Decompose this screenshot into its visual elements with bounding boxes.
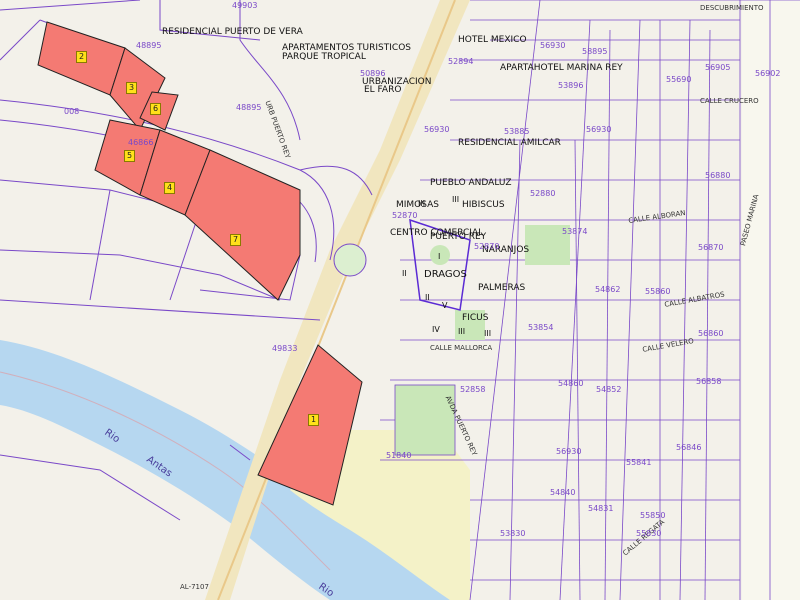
- map-label-n54860: 54860: [558, 379, 584, 388]
- map-label-n56860: 56860: [698, 329, 724, 338]
- map-label-palmeras: PALMERAS: [478, 283, 526, 293]
- map-label-n54840: 54840: [550, 488, 576, 497]
- map-label-n56905: 56905: [705, 63, 731, 72]
- map-label-hotel-mexico: HOTEL MEXICO: [458, 35, 527, 45]
- map-label-n53874: 53874: [562, 227, 588, 236]
- map-label-n49903: 49903: [232, 1, 258, 10]
- parcel-badge-1[interactable]: 1: [308, 414, 320, 426]
- phase-label: V: [442, 301, 448, 310]
- map-label-el-faro: EL FARO: [364, 85, 402, 95]
- map-label-c-mallorca: CALLE MALLORCA: [430, 344, 493, 352]
- map-label-road-al-7107: AL-7107: [180, 583, 209, 591]
- phase-label: III: [418, 199, 426, 208]
- map-label-n55690: 55690: [666, 75, 692, 84]
- parcel-badge-4[interactable]: 4: [164, 182, 176, 194]
- phase-label: IV: [432, 325, 440, 334]
- map-label-aparthotel: APARTAHOTEL MARINA REY: [500, 63, 623, 73]
- map-label-n55830: 55830: [636, 529, 662, 538]
- map-label-n56858: 56858: [696, 377, 722, 386]
- map-label-n53830: 53830: [500, 529, 526, 538]
- map-label-n54862: 54862: [595, 285, 621, 294]
- map-label-ficus: FICUS: [462, 313, 489, 323]
- map-label-n56930b: 56930: [424, 125, 450, 134]
- map-label-n56846: 56846: [676, 443, 702, 452]
- map-label-n51840: 51840: [386, 451, 412, 460]
- map-label-n56930d: 56930: [556, 447, 582, 456]
- map-label-n53885: 53885: [504, 127, 530, 136]
- phase-label: I: [438, 252, 441, 261]
- map-label-n49833: 49833: [272, 344, 298, 353]
- map-label-n55850: 55850: [640, 511, 666, 520]
- map-label-puerto-rey: PUERTO REY: [430, 232, 487, 242]
- map-label-n48895a: 48895: [136, 41, 162, 50]
- map-label-parque-tropical: PARQUE TROPICAL: [282, 52, 366, 62]
- phase-label: II: [402, 269, 407, 278]
- map-label-n46866: 46866: [128, 138, 154, 147]
- map-label-res-amilcar: RESIDENCIAL AMILCAR: [458, 138, 561, 148]
- phase-label: III: [452, 195, 460, 204]
- map-label-dragos: DRAGOS: [424, 269, 467, 280]
- map-label-n56930c: 56930: [586, 125, 612, 134]
- map-label-res-puerto-vera: RESIDENCIAL PUERTO DE VERA: [162, 27, 303, 37]
- map-label-n52858: 52858: [460, 385, 486, 394]
- map-label-c-descubrimiento: DESCUBRIMIENTO: [700, 4, 764, 12]
- parcel-badge-3[interactable]: 3: [126, 82, 138, 94]
- map-label-n52870a: 52870: [392, 211, 418, 220]
- cadastral-map[interactable]: RESIDENCIAL PUERTO DE VERA APARTAMENTOS T…: [0, 0, 800, 600]
- map-label-n008: 008: [64, 107, 80, 116]
- phase-label: III: [458, 327, 466, 336]
- map-label-n58895: 58895: [582, 47, 608, 56]
- map-label-pueblo-andaluz: PUEBLO ANDALUZ: [430, 178, 512, 188]
- map-label-n56902: 56902: [755, 69, 781, 78]
- map-label-n50896: 50896: [360, 69, 386, 78]
- parcel-7: [184, 149, 301, 301]
- map-label-n55841: 55841: [626, 458, 652, 467]
- map-label-n48895b: 48895: [236, 103, 262, 112]
- phase-label: III: [484, 329, 492, 338]
- map-label-n56930a: 56930: [540, 41, 566, 50]
- map-label-n55860: 55860: [645, 287, 671, 296]
- parcel-badge-2[interactable]: 2: [76, 51, 88, 63]
- parcel-badge-6[interactable]: 6: [150, 103, 162, 115]
- map-label-n54852: 54852: [596, 385, 622, 394]
- map-label-n54831: 54831: [588, 504, 614, 513]
- parcel-badge-5[interactable]: 5: [124, 150, 136, 162]
- parcel-badge-7[interactable]: 7: [230, 234, 242, 246]
- map-label-n56880: 56880: [705, 171, 731, 180]
- map-label-n52894: 52894: [448, 57, 474, 66]
- map-label-n53896: 53896: [558, 81, 584, 90]
- map-label-c-crucero: CALLE CRUCERO: [700, 97, 759, 105]
- map-label-hibiscus: HIBISCUS: [462, 200, 505, 210]
- phase-label: II: [425, 293, 430, 302]
- map-label-n52880: 52880: [530, 189, 556, 198]
- map-label-n53854: 53854: [528, 323, 554, 332]
- map-label-n52870b: 52870: [474, 242, 500, 251]
- map-label-n56870: 56870: [698, 243, 724, 252]
